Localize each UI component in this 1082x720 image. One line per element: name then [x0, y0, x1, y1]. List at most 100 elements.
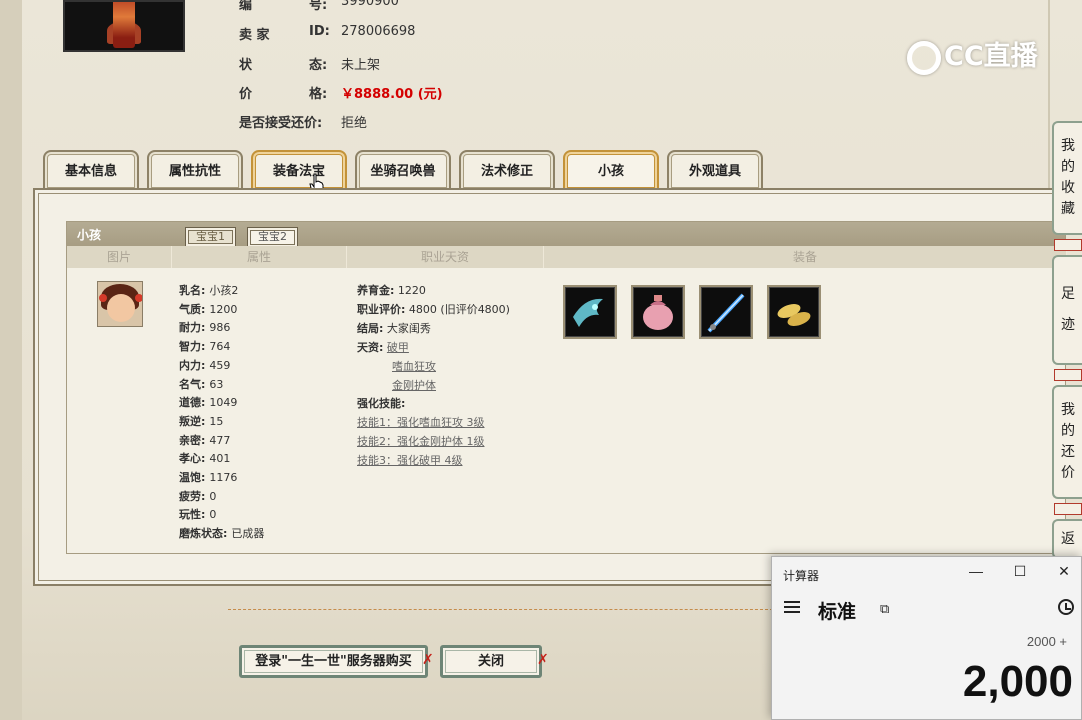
shoes-icon[interactable] — [767, 285, 821, 339]
my-favorites-button[interactable]: 我的收藏 — [1052, 121, 1082, 235]
attribute-label: 乳名 — [179, 284, 201, 297]
footprints-button[interactable]: 足迹 — [1052, 255, 1082, 365]
info-row-status: 状态: 未上架 — [239, 58, 381, 73]
attribute-label: 名气 — [179, 377, 201, 391]
divider — [228, 609, 773, 610]
col-image: 图片 — [67, 246, 172, 268]
tab-appearance[interactable]: 外观道具 — [667, 150, 763, 190]
attribute-row: 智力: 764 — [179, 340, 231, 354]
skill-link-3[interactable]: 技能3：强化破甲 4级 — [357, 452, 463, 468]
login-buy-button[interactable]: 登录"一生一世"服务器购买 — [239, 645, 428, 678]
attribute-value: 764 — [209, 340, 231, 354]
attribute-value: 986 — [209, 321, 231, 335]
info-row-bargain: 是否接受还价: 拒绝 — [239, 116, 368, 131]
attribute-value: 0 — [209, 508, 217, 522]
attribute-row: 温饱: 1176 — [179, 471, 238, 484]
attribute-value: 1176 — [209, 471, 238, 484]
col-career: 职业天资 — [347, 246, 544, 268]
close-window-button[interactable]: ✕ — [1052, 563, 1076, 580]
keep-on-top-icon[interactable]: ⧉ — [880, 601, 889, 617]
col-equipment: 装备 — [544, 246, 1067, 268]
attribute-value: 63 — [209, 377, 224, 391]
col-attributes: 属性 — [172, 246, 347, 268]
calculator-mode: 标准 — [818, 602, 857, 623]
skill-link-2[interactable]: 技能2：强化金刚护体 1级 — [357, 433, 485, 449]
attribute-label: 内力 — [179, 358, 201, 372]
minimize-button[interactable]: — — [964, 563, 988, 579]
child-section: 小孩 宝宝1 宝宝2 图片 属性 职业天资 装备 乳名: 小孩2 气质: 1200 耐力… — [66, 221, 1067, 554]
history-icon[interactable] — [1058, 599, 1074, 615]
attribute-value: 1049 — [209, 396, 238, 410]
tab-spell-fix[interactable]: 法术修正 — [459, 150, 555, 190]
maximize-button[interactable]: ☐ — [1008, 563, 1032, 580]
character-image — [63, 0, 185, 52]
attribute-value: 已成器 — [231, 527, 265, 541]
cc-live-logo: CC直播 — [907, 37, 1052, 77]
attribute-label: 亲密 — [179, 433, 201, 447]
ending-row: 结局: 大家闺秀 — [357, 322, 431, 335]
attribute-value: 1200 — [209, 302, 238, 316]
attribute-value: 小孩2 — [209, 284, 239, 297]
attribute-label: 智力 — [179, 340, 201, 354]
attribute-label: 孝心 — [179, 452, 201, 466]
talent-link-0[interactable]: 破甲 — [387, 341, 409, 354]
attribute-label: 温饱 — [179, 471, 201, 484]
bird-icon[interactable] — [563, 285, 617, 339]
yangyu-row: 养育金: 1220 — [357, 284, 426, 297]
tab-mount-summon[interactable]: 坐骑召唤兽 — [355, 150, 451, 190]
attribute-row: 孝心: 401 — [179, 452, 231, 466]
calculator-window: 计算器 — ☐ ✕ 标准 ⧉ 2000 + 2,000 — [771, 556, 1082, 720]
attribute-row: 乳名: 小孩2 — [179, 284, 239, 297]
skill-link-1[interactable]: 技能1：强化嗜血狂攻 3级 — [357, 414, 485, 430]
talent-link-2[interactable]: 金刚护体 — [392, 377, 436, 393]
calculator-expression: 2000 + — [1026, 634, 1067, 649]
attribute-row: 内力: 459 — [179, 358, 231, 372]
child-portrait — [97, 281, 143, 327]
tab-child[interactable]: 小孩 — [563, 150, 659, 190]
tab-attr-resist[interactable]: 属性抗性 — [147, 150, 243, 190]
hamburger-menu-icon[interactable] — [784, 601, 800, 613]
pouch-icon[interactable] — [631, 285, 685, 339]
info-row-price: 价格: ￥8888.00 (元) — [239, 87, 443, 102]
talent-link-1[interactable]: 嗜血狂攻 — [392, 358, 436, 374]
back-button[interactable]: 返 — [1052, 519, 1082, 559]
attribute-label: 叛逆 — [179, 414, 201, 428]
attribute-row: 名气: 63 — [179, 377, 224, 391]
attribute-value: 15 — [209, 414, 224, 428]
info-row-id: 编号: 3990900 — [239, 0, 399, 13]
attribute-value: 459 — [209, 358, 231, 372]
side-separator — [1054, 503, 1082, 515]
tab-equipment[interactable]: 装备法宝 — [251, 150, 347, 190]
attribute-label: 道德 — [179, 396, 201, 410]
attribute-row: 叛逆: 15 — [179, 414, 224, 428]
attribute-value: 0 — [209, 489, 217, 503]
close-button[interactable]: 关闭 — [440, 645, 542, 678]
tab-basic-info[interactable]: 基本信息 — [43, 150, 139, 190]
my-offers-button[interactable]: 我的还价 — [1052, 385, 1082, 499]
attribute-row: 道德: 1049 — [179, 396, 238, 410]
subtab-baby2[interactable]: 宝宝2 — [247, 227, 298, 248]
calculator-title: 计算器 — [783, 569, 820, 583]
attribute-label: 磨炼状态 — [179, 527, 223, 541]
info-row-seller: 卖 家 ID: 278006698 — [239, 24, 416, 43]
attribute-row: 耐力: 986 — [179, 321, 231, 335]
attribute-row: 气质: 1200 — [179, 302, 238, 316]
attribute-value: 401 — [209, 452, 231, 466]
login-buy-decoration-icon: ✗ — [422, 652, 434, 668]
subtab-baby1[interactable]: 宝宝1 — [185, 227, 236, 247]
eval-row: 职业评价: 4800 (旧评价4800) — [357, 303, 510, 316]
attribute-label: 耐力 — [179, 321, 201, 335]
attribute-value: 477 — [209, 433, 231, 447]
attribute-label: 疲劳 — [179, 489, 201, 503]
side-separator — [1054, 369, 1082, 381]
attribute-row: 疲劳: 0 — [179, 489, 217, 503]
skill-heading: 强化技能: — [357, 397, 406, 410]
talent-row: 天资: 破甲 — [357, 341, 409, 354]
attribute-row: 玩性: 0 — [179, 508, 217, 522]
attribute-row: 磨炼状态: 已成器 — [179, 527, 265, 541]
sword-icon[interactable] — [699, 285, 753, 339]
attribute-label: 气质 — [179, 302, 201, 316]
attribute-row: 亲密: 477 — [179, 433, 231, 447]
calculator-display: 2,000 — [962, 657, 1073, 706]
side-separator — [1054, 239, 1082, 251]
